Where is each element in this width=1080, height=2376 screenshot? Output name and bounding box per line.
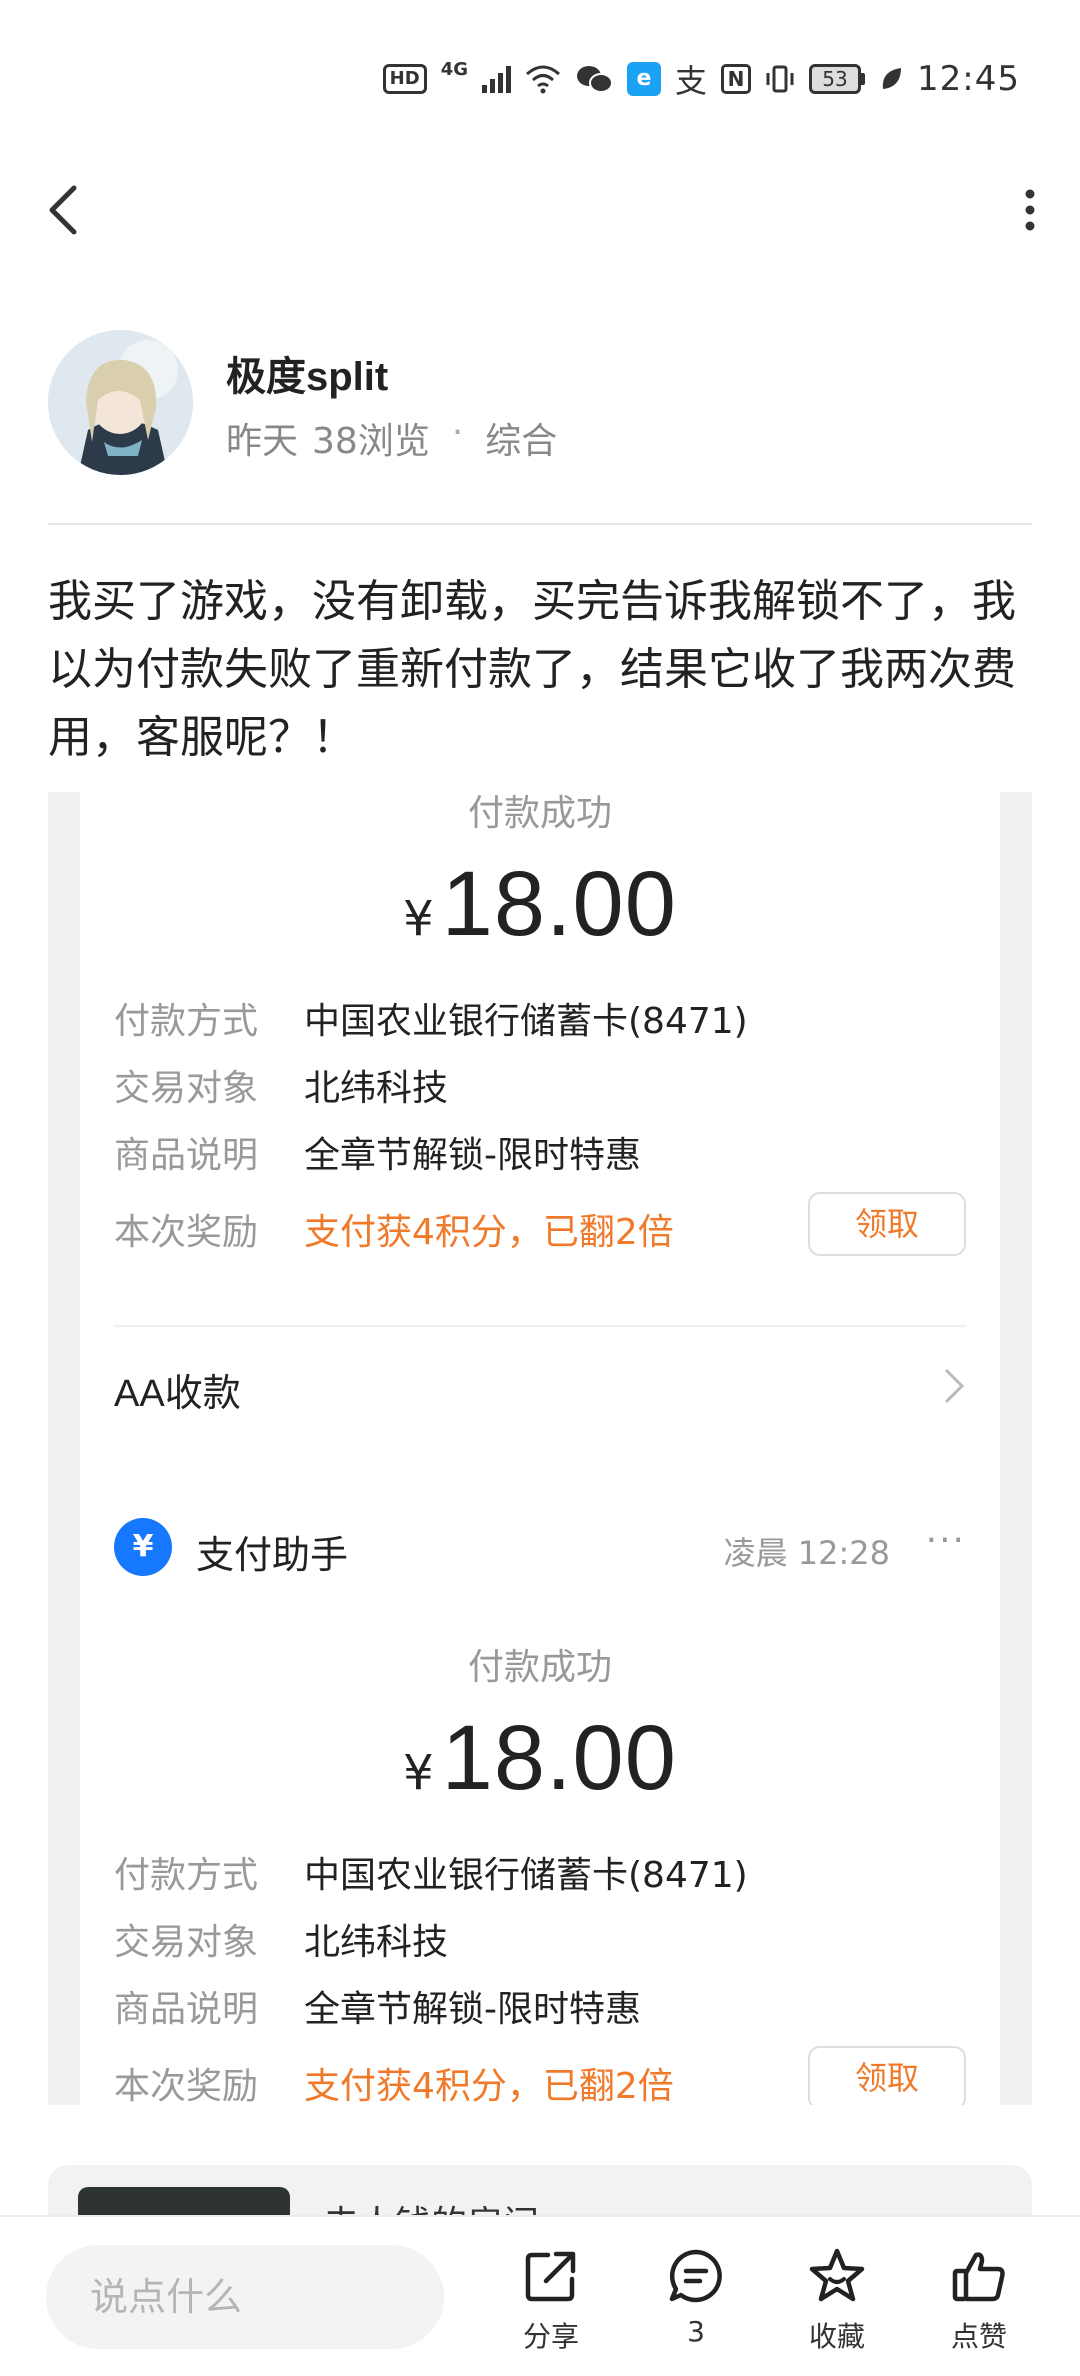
detail-label: 本次奖励	[114, 1212, 259, 1253]
view-count: 38浏览	[312, 421, 430, 462]
detail-label: 本次奖励	[114, 2066, 259, 2105]
author-header: 极度split 昨天 38浏览 · 综合	[48, 330, 1032, 475]
status-bar: HD 4G e 支 N 53 12:45	[0, 0, 1080, 150]
post-category[interactable]: 综合	[485, 412, 557, 464]
amount-value: 18.00	[441, 853, 677, 955]
signal-icon	[482, 65, 511, 93]
wifi-icon	[526, 65, 560, 94]
power-saving-icon	[882, 68, 902, 89]
claim-button[interactable]: 领取	[808, 1192, 966, 1256]
battery-level: 53	[809, 64, 862, 94]
currency-symbol: ¥	[403, 1745, 434, 1801]
payment-status: 付款成功	[467, 793, 612, 834]
detail-value: 北纬科技	[304, 1068, 449, 1109]
detail-row: 本次奖励 支付获4积分，已翻2倍	[114, 1203, 674, 1255]
detail-label: 付款方式	[114, 1001, 259, 1042]
more-icon[interactable]: ···	[926, 1520, 966, 1561]
thumbs-up-icon	[952, 2252, 1005, 2302]
detail-value: 全章节解锁-限时特惠	[304, 1989, 641, 2030]
reward-value: 支付获4积分，已翻2倍	[304, 2066, 674, 2105]
favorite-label: 收藏	[808, 2320, 865, 2353]
post-meta: 昨天 38浏览 · 综合	[226, 412, 557, 464]
detail-value: 全章节解锁-限时特惠	[304, 1135, 641, 1176]
detail-row: 付款方式 中国农业银行储蓄卡(8471)	[114, 1846, 748, 1898]
payment-amount: ¥18.00	[80, 1706, 1000, 1811]
claim-button[interactable]: 领取	[808, 2046, 966, 2105]
top-nav	[0, 170, 1080, 250]
share-label: 分享	[522, 2320, 579, 2353]
share-button[interactable]: 分享	[496, 2247, 606, 2355]
avatar[interactable]	[48, 330, 193, 475]
aa-collect-label[interactable]: AA收款	[114, 1362, 241, 1417]
detail-row: 付款方式 中国农业银行储蓄卡(8471)	[114, 992, 748, 1044]
payment-receipt-card: ¥ 支付助手 凌晨 12:28 ··· 付款成功 ¥18.00 付款方式 中国农…	[80, 1486, 1000, 2105]
post-date: 昨天	[226, 421, 299, 462]
star-icon	[809, 2248, 865, 2302]
reward-value: 支付获4积分，已翻2倍	[304, 1212, 674, 1253]
more-vertical-icon[interactable]	[1020, 188, 1040, 232]
amount-value: 18.00	[441, 1707, 677, 1809]
detail-row: 本次奖励 支付获4积分，已翻2倍	[114, 2057, 674, 2105]
message-time: 凌晨 12:28	[723, 1534, 890, 1572]
detail-label: 商品说明	[114, 1135, 259, 1176]
like-label: 点赞	[950, 2320, 1007, 2353]
back-arrow-icon[interactable]	[40, 180, 90, 240]
meta-separator: ·	[451, 412, 464, 453]
detail-row: 商品说明 全章节解锁-限时特惠	[114, 1126, 641, 1178]
card-divider	[114, 1325, 966, 1327]
post-body: 我买了游戏，没有卸载，买完告诉我解锁不了，我以为付款失败了重新付款了，结果它收了…	[48, 576, 1016, 763]
detail-value: 北纬科技	[304, 1922, 449, 1963]
detail-value: 中国农业银行储蓄卡(8471)	[304, 1855, 748, 1896]
like-button[interactable]: 点赞	[924, 2247, 1034, 2355]
detail-row: 商品说明 全章节解锁-限时特惠	[114, 1980, 641, 2032]
divider	[48, 523, 1032, 525]
detail-label: 付款方式	[114, 1855, 259, 1896]
nfc-icon: N	[721, 64, 752, 94]
assistant-name: 支付助手	[196, 1533, 349, 1577]
detail-row: 交易对象 北纬科技	[114, 1059, 448, 1111]
post-image[interactable]: 付款成功 ¥18.00 付款方式 中国农业银行储蓄卡(8471) 交易对象 北纬…	[48, 792, 1032, 2105]
detail-label: 商品说明	[114, 1989, 259, 2030]
author-name[interactable]: 极度split	[226, 344, 388, 402]
detail-label: 交易对象	[114, 1068, 259, 1109]
battery-icon: 53	[809, 64, 866, 94]
detail-label: 交易对象	[114, 1922, 259, 1963]
app-notification-icon: e	[627, 62, 661, 96]
chevron-right-icon	[944, 1368, 965, 1404]
comment-icon	[669, 2249, 722, 2303]
network-type: 4G	[440, 58, 468, 80]
clock: 12:45	[917, 59, 1020, 99]
alipay-icon: 支	[675, 62, 708, 100]
wechat-icon	[577, 66, 613, 93]
vibrate-icon	[766, 65, 794, 93]
hd-icon: HD	[382, 64, 427, 94]
share-icon	[525, 2251, 576, 2302]
payment-amount: ¥18.00	[80, 852, 1000, 957]
comment-button[interactable]: 3	[641, 2247, 751, 2348]
currency-symbol: ¥	[403, 891, 434, 947]
status-icons: HD 4G e 支 N 53 12:45	[382, 56, 1020, 102]
detail-row: 交易对象 北纬科技	[114, 1913, 448, 1965]
comment-input[interactable]	[46, 2245, 444, 2349]
bottom-action-bar: 分享 3 收藏 点赞	[0, 2215, 1080, 2376]
detail-value: 中国农业银行储蓄卡(8471)	[304, 1001, 748, 1042]
favorite-button[interactable]: 收藏	[782, 2247, 892, 2355]
comment-count: 3	[687, 2315, 705, 2348]
payment-assistant-icon: ¥	[114, 1518, 172, 1576]
payment-status: 付款成功	[467, 1647, 612, 1688]
